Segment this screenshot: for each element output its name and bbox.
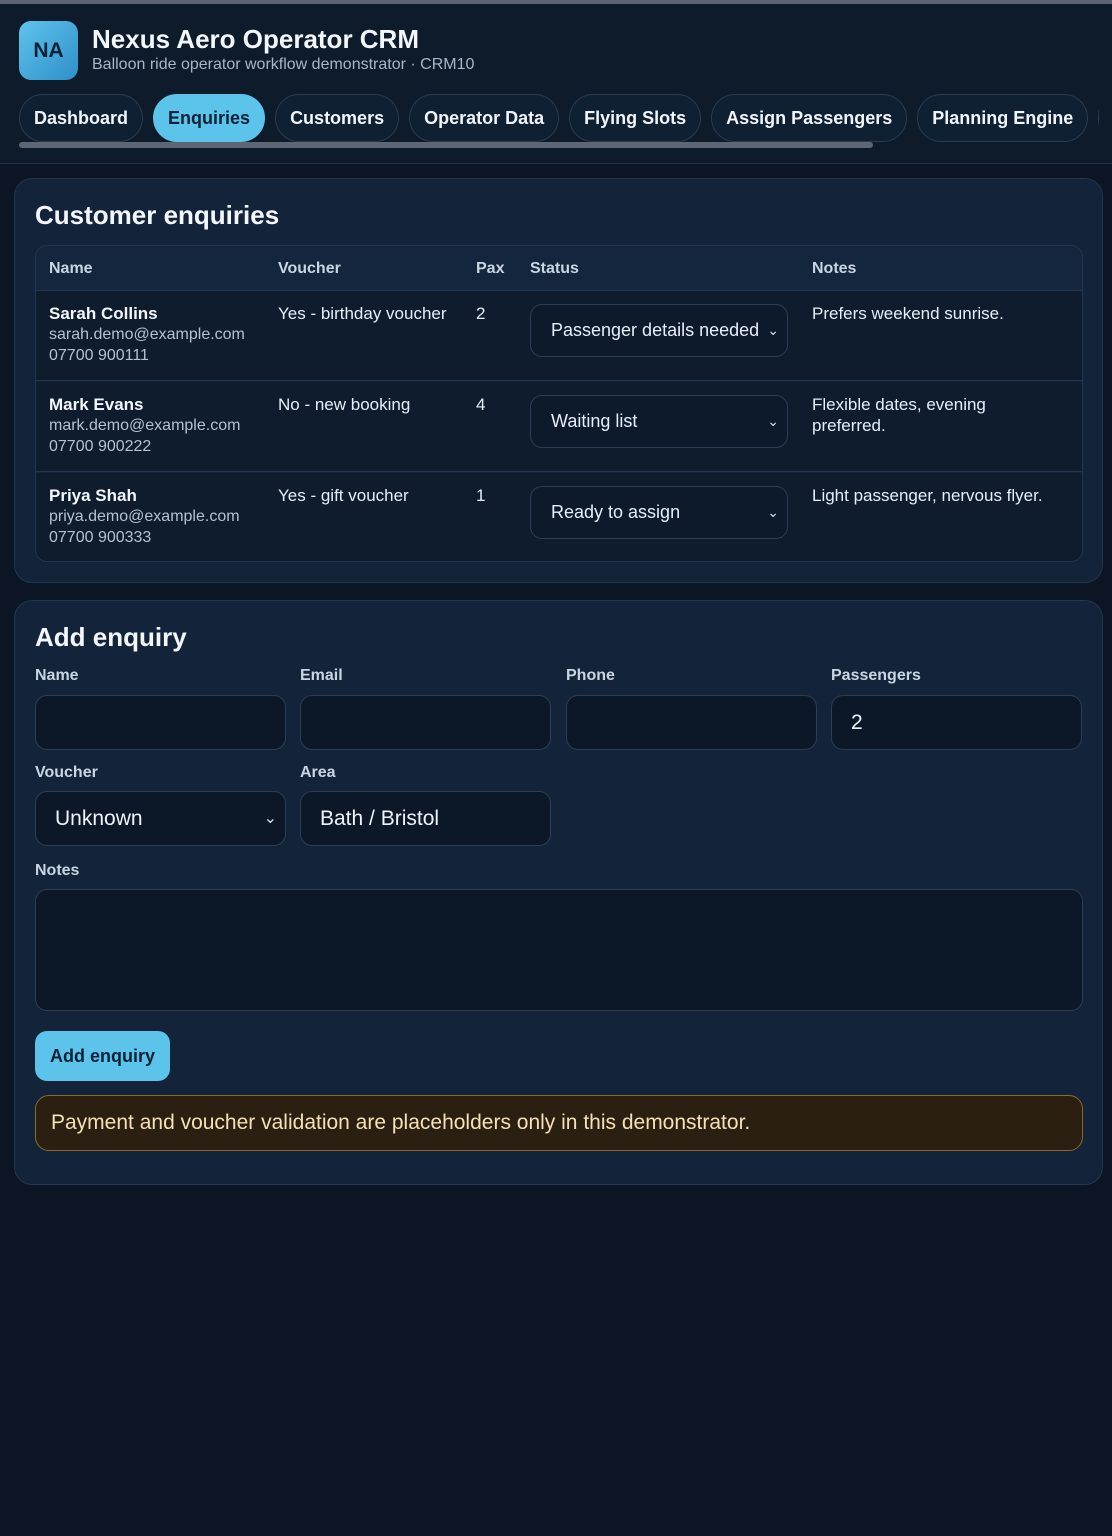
notes-textarea[interactable]: [35, 889, 1083, 1011]
customer-email: priya.demo@example.com: [49, 508, 240, 525]
status-select[interactable]: Ready to assign ⌄: [530, 486, 788, 539]
tab-scrollbar[interactable]: [19, 142, 873, 148]
table-row: Sarah Collins sarah.demo@example.com 077…: [36, 291, 1082, 381]
customer-phone: 07700 900111: [49, 347, 149, 364]
status-value: Ready to assign: [551, 502, 681, 522]
tab-planning-engine[interactable]: Planning Engine: [917, 94, 1089, 142]
customer-name: Sarah Collins: [49, 304, 158, 323]
app-title: Nexus Aero Operator CRM: [92, 24, 419, 54]
table-row: Priya Shah priya.demo@example.com 07700 …: [36, 473, 1082, 561]
column-pax: Pax: [476, 260, 505, 277]
notes-cell: Light passenger, nervous flyer.: [812, 486, 1043, 505]
notes-cell: Flexible dates, evening preferred.: [812, 395, 986, 435]
voucher-cell: Yes - birthday voucher: [278, 304, 447, 323]
pax-cell: 2: [476, 304, 486, 323]
name-label: Name: [35, 667, 79, 684]
voucher-cell: Yes - gift voucher: [278, 486, 409, 505]
area-input[interactable]: Bath / Bristol: [300, 791, 551, 846]
status-value: Waiting list: [551, 411, 638, 431]
name-input[interactable]: [35, 695, 286, 750]
passengers-input[interactable]: 2: [831, 695, 1082, 750]
status-select[interactable]: Waiting list ⌄: [530, 395, 788, 448]
phone-label: Phone: [566, 667, 615, 684]
customer-cell: Mark Evans mark.demo@example.com 07700 9…: [49, 394, 240, 457]
pax-cell: 1: [476, 486, 486, 505]
passengers-label: Passengers: [831, 667, 921, 684]
customer-phone: 07700 900333: [49, 529, 152, 546]
enquiries-title: Customer enquiries: [35, 200, 280, 230]
status-value: Passenger details needed: [551, 320, 760, 340]
table-row: Mark Evans mark.demo@example.com 07700 9…: [36, 382, 1082, 472]
column-voucher: Voucher: [278, 260, 341, 277]
tab-overflow[interactable]: C: [1098, 94, 1099, 142]
tab-operator-data[interactable]: Operator Data: [409, 94, 560, 142]
add-enquiry-panel: Add enquiry Name Email Phone Passengers …: [14, 600, 1103, 1185]
chevron-down-icon: ⌄: [767, 322, 779, 338]
phone-input[interactable]: [566, 695, 817, 750]
placeholder-notice: Payment and voucher validation are place…: [35, 1095, 1083, 1151]
tab-flying-slots[interactable]: Flying Slots: [569, 94, 702, 142]
chevron-down-icon: ⌄: [767, 504, 779, 520]
tab-bar: Dashboard Enquiries Customers Operator Data…: [19, 94, 1099, 144]
customer-cell: Sarah Collins sarah.demo@example.com 077…: [49, 303, 245, 366]
voucher-label: Voucher: [35, 764, 98, 781]
customer-name: Mark Evans: [49, 395, 144, 414]
notes-cell: Prefers weekend sunrise.: [812, 304, 1004, 323]
add-enquiry-button[interactable]: Add enquiry: [35, 1031, 170, 1081]
voucher-cell: No - new booking: [278, 395, 411, 414]
email-input[interactable]: [300, 695, 551, 750]
customer-name: Priya Shah: [49, 486, 137, 505]
notes-label: Notes: [35, 862, 80, 879]
pax-cell: 4: [476, 395, 486, 414]
enquiries-panel: Customer enquiries Name Voucher Pax Stat…: [14, 178, 1103, 583]
voucher-select[interactable]: Unknown ⌄: [35, 791, 286, 846]
tab-enquiries[interactable]: Enquiries: [153, 94, 266, 142]
status-select[interactable]: Passenger details needed ⌄: [530, 304, 788, 357]
enquiries-table: Name Voucher Pax Status Notes Sarah Coll…: [35, 245, 1083, 562]
column-name: Name: [49, 260, 93, 277]
app-header: NA Nexus Aero Operator CRM Balloon ride …: [0, 4, 1112, 164]
area-label: Area: [300, 764, 336, 781]
chevron-down-icon: ⌄: [263, 810, 277, 827]
column-notes: Notes: [812, 260, 857, 277]
app-logo: NA: [19, 21, 78, 80]
voucher-value: Unknown: [55, 807, 143, 830]
customer-cell: Priya Shah priya.demo@example.com 07700 …: [49, 485, 240, 548]
customer-email: sarah.demo@example.com: [49, 326, 245, 343]
add-enquiry-title: Add enquiry: [35, 622, 187, 652]
tab-assign-passengers[interactable]: Assign Passengers: [711, 94, 908, 142]
customer-email: mark.demo@example.com: [49, 417, 241, 434]
app-subtitle: Balloon ride operator workflow demonstra…: [92, 56, 475, 73]
chevron-down-icon: ⌄: [767, 413, 779, 429]
email-label: Email: [300, 667, 343, 684]
column-status: Status: [530, 260, 579, 277]
tab-customers[interactable]: Customers: [275, 94, 400, 142]
customer-phone: 07700 900222: [49, 438, 152, 455]
tab-dashboard[interactable]: Dashboard: [19, 94, 144, 142]
table-header: Name Voucher Pax Status Notes: [36, 246, 1082, 291]
